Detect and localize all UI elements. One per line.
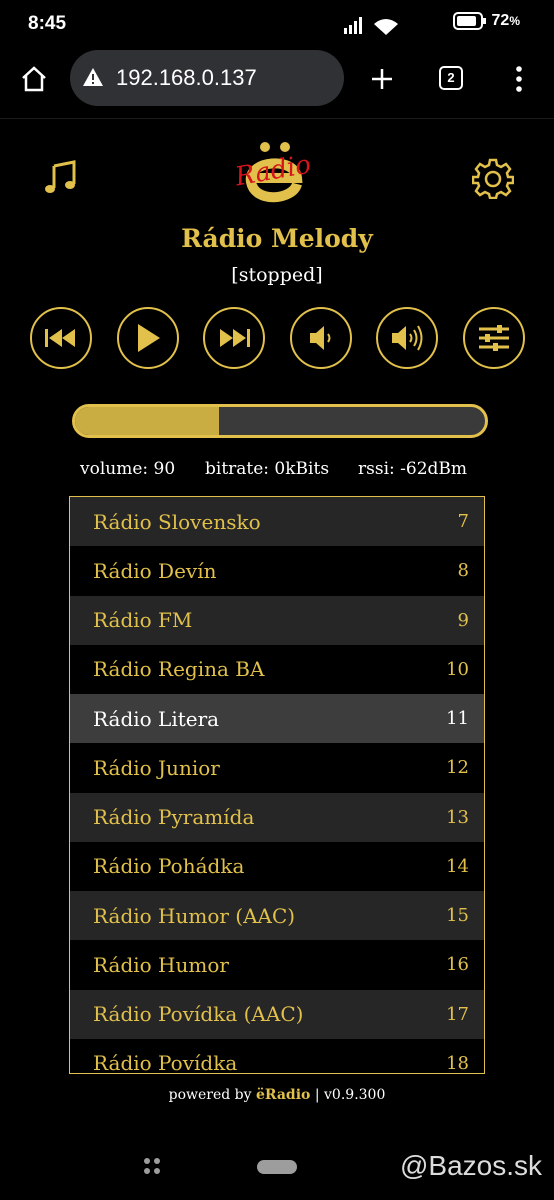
station-number: 17 bbox=[446, 1003, 469, 1025]
station-number: 9 bbox=[457, 609, 469, 631]
watermark: @Bazos.sk bbox=[399, 1150, 542, 1181]
station-row[interactable]: Rádio Devín 8 bbox=[70, 546, 484, 595]
battery-percent: 72 bbox=[491, 12, 510, 30]
station-row[interactable]: Rádio Humor (AAC) 15 bbox=[70, 891, 484, 941]
station-number: 18 bbox=[446, 1052, 469, 1074]
station-name: Rádio Regina BA bbox=[93, 657, 265, 682]
station-number: 12 bbox=[446, 757, 469, 779]
previous-button[interactable] bbox=[30, 307, 92, 369]
station-name: Rádio Pyramída bbox=[93, 805, 255, 830]
volume-down-button[interactable] bbox=[290, 307, 352, 369]
volume-readout: volume: 90 bbox=[80, 459, 176, 479]
station-row[interactable]: Rádio Povídka (AAC) 17 bbox=[70, 989, 484, 1039]
url-bar[interactable]: 192.168.0.137 bbox=[70, 50, 344, 106]
previous-icon bbox=[45, 329, 75, 347]
volume-slider[interactable] bbox=[72, 404, 488, 438]
station-name: Rádio Litera bbox=[93, 706, 220, 731]
footer-separator: | bbox=[310, 1087, 325, 1103]
station-title: Rádio Melody bbox=[181, 224, 373, 253]
station-row[interactable]: Rádio Pohádka 14 bbox=[70, 842, 484, 891]
gear-icon[interactable] bbox=[472, 157, 514, 199]
station-number: 15 bbox=[446, 905, 469, 927]
station-row[interactable]: Rádio Humor 16 bbox=[70, 940, 484, 989]
footer-brand[interactable]: ëRadio bbox=[256, 1087, 310, 1103]
tab-switcher-button[interactable]: 2 bbox=[439, 66, 463, 90]
station-name: Rádio Slovensko bbox=[93, 509, 261, 534]
station-number: 8 bbox=[457, 560, 469, 582]
home-icon[interactable] bbox=[20, 65, 48, 93]
station-name: Rádio Pohádka bbox=[93, 854, 245, 879]
station-number: 13 bbox=[446, 806, 469, 828]
station-name: Rádio Humor bbox=[93, 952, 229, 977]
station-name: Rádio Devín bbox=[93, 558, 217, 583]
station-number: 16 bbox=[446, 954, 469, 976]
url-text: 192.168.0.137 bbox=[116, 65, 257, 90]
more-menu-icon[interactable] bbox=[514, 65, 524, 93]
app-grid-icon[interactable] bbox=[143, 1157, 161, 1175]
system-nav-bar: @Bazos.sk bbox=[0, 1140, 554, 1200]
station-number: 11 bbox=[446, 708, 469, 730]
clock: 8:45 bbox=[28, 13, 67, 34]
tab-count: 2 bbox=[447, 70, 455, 85]
warning-icon[interactable] bbox=[82, 67, 104, 87]
station-row[interactable]: Rádio Povídka 18 bbox=[70, 1039, 484, 1074]
battery-indicator: 72% bbox=[453, 12, 520, 30]
logo: Radio bbox=[229, 138, 325, 208]
station-name: Rádio Povídka bbox=[93, 1051, 238, 1074]
equalizer-button[interactable] bbox=[463, 307, 525, 369]
station-number: 10 bbox=[446, 658, 469, 680]
station-row[interactable]: Rádio Slovensko 7 bbox=[70, 497, 484, 547]
footer-prefix: powered by bbox=[168, 1087, 256, 1103]
playback-status: [stopped] bbox=[231, 264, 323, 286]
volume-up-icon bbox=[392, 325, 423, 351]
volume-down-icon bbox=[310, 326, 331, 350]
browser-toolbar: 192.168.0.137 2 bbox=[0, 50, 554, 112]
station-name: Rádio FM bbox=[93, 608, 193, 633]
signal-wifi-icon bbox=[344, 17, 398, 35]
play-icon bbox=[138, 324, 160, 352]
station-row[interactable]: Rádio Litera 11 bbox=[70, 694, 484, 744]
new-tab-icon[interactable] bbox=[370, 67, 394, 91]
station-row[interactable]: Rádio Regina BA 10 bbox=[70, 645, 484, 694]
station-name: Rádio Junior bbox=[93, 755, 220, 780]
status-bar: 8:45 72% bbox=[0, 0, 554, 50]
station-name: Rádio Povídka (AAC) bbox=[93, 1002, 304, 1027]
volume-up-button[interactable] bbox=[376, 307, 438, 369]
next-button[interactable] bbox=[203, 307, 265, 369]
music-note-icon[interactable] bbox=[42, 160, 78, 196]
home-gesture-pill[interactable] bbox=[257, 1160, 297, 1174]
station-list[interactable]: Rádio Slovensko 7 Rádio Devín 8 Rádio FM 9 Rád… bbox=[69, 496, 485, 1074]
station-number: 14 bbox=[446, 855, 469, 877]
next-icon bbox=[220, 329, 250, 347]
rssi-readout: rssi: -62dBm bbox=[358, 459, 468, 479]
station-row[interactable]: Rádio Pyramída 13 bbox=[70, 792, 484, 842]
play-button[interactable] bbox=[117, 307, 179, 369]
station-row[interactable]: Rádio FM 9 bbox=[70, 595, 484, 645]
battery-icon bbox=[453, 12, 487, 30]
station-name: Rádio Humor (AAC) bbox=[93, 903, 296, 928]
bitrate-readout: bitrate: 0kBits bbox=[205, 459, 330, 479]
station-number: 7 bbox=[457, 511, 469, 533]
station-row[interactable]: Rádio Junior 12 bbox=[70, 743, 484, 792]
equalizer-icon bbox=[479, 325, 509, 351]
toolbar-divider bbox=[0, 118, 554, 119]
footer: powered by ëRadio | v0.9.300 bbox=[0, 1087, 554, 1103]
volume-fill bbox=[75, 407, 219, 435]
footer-version: v0.9.300 bbox=[324, 1087, 386, 1103]
